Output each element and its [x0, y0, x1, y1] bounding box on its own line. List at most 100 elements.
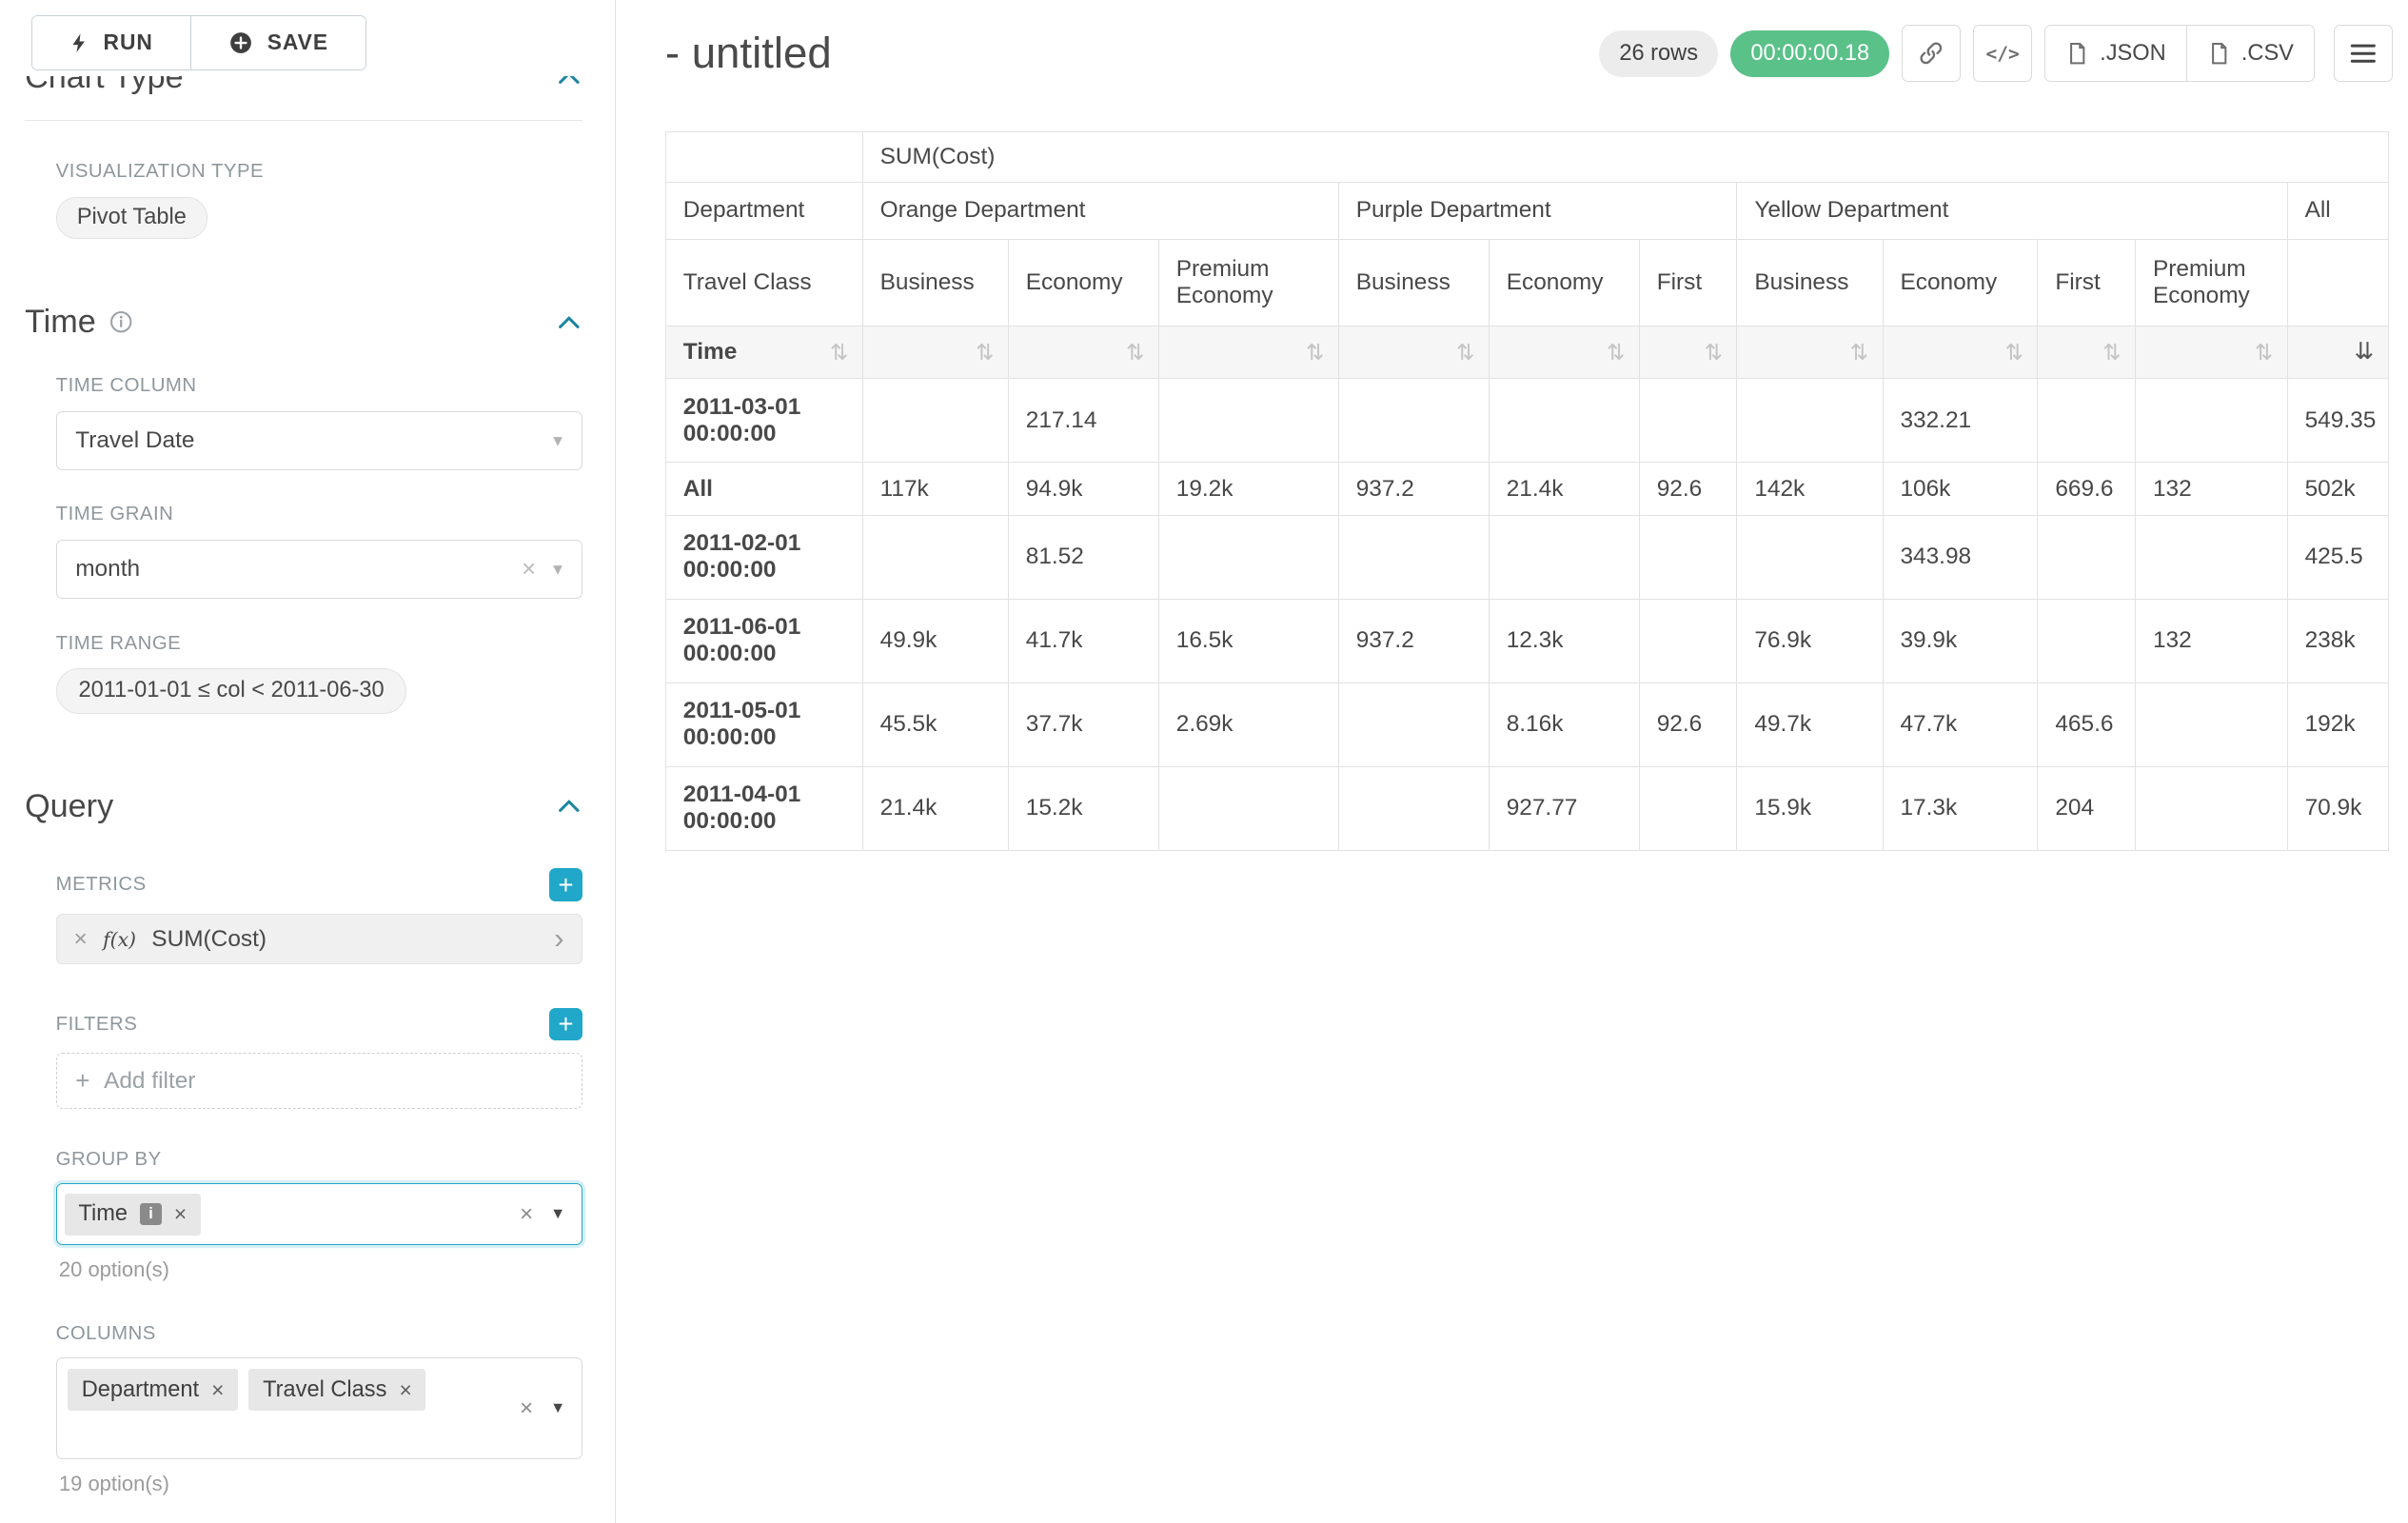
menu-button[interactable] — [2334, 25, 2393, 82]
value-cell — [1158, 515, 1338, 599]
value-cell: 425.5 — [2287, 515, 2388, 599]
metrics-label-row: METRICS + — [56, 868, 582, 900]
control-panel: RUN SAVE Chart Type VISUALIZATION TYPE P… — [0, 0, 616, 1523]
add-filter-button[interactable]: + Add filter — [56, 1053, 582, 1109]
value-cell: 76.9k — [1737, 599, 1883, 682]
sort-icon[interactable]: ⇅ — [2005, 342, 2023, 364]
value-cell: 41.7k — [1008, 599, 1158, 682]
export-json-label: .JSON — [2100, 41, 2166, 67]
sort-icon[interactable]: ⇅ — [1126, 342, 1144, 364]
time-column-control: TIME COLUMN Travel Date ▾ — [56, 375, 582, 470]
value-cell — [1158, 379, 1338, 463]
pivot-body: 2011-03-01 00:00:00217.14332.21549.35All… — [665, 379, 2388, 850]
visualization-type-label: VISUALIZATION TYPE — [56, 161, 582, 183]
group-by-options-hint: 20 option(s) — [59, 1257, 582, 1282]
sort-icon[interactable]: ⇅ — [830, 342, 848, 364]
copy-link-button[interactable] — [1902, 25, 1961, 82]
class-header-label: Economy — [1900, 269, 1997, 295]
value-cell: 238k — [2287, 599, 2388, 682]
columns-select[interactable]: Department × Travel Class × × ▼ — [56, 1357, 582, 1460]
time-range-control: TIME RANGE 2011-01-01 ≤ col < 2011-06-30 — [56, 633, 582, 714]
chart-title[interactable]: - untitled — [665, 29, 832, 78]
export-csv-label: .CSV — [2241, 41, 2294, 67]
class-header-label: Business — [880, 269, 975, 295]
sort-icon[interactable]: ⇅ — [1607, 342, 1625, 364]
csv-file-icon — [2207, 42, 2230, 65]
link-icon — [1918, 40, 1944, 67]
value-cell: 12.3k — [1489, 599, 1639, 682]
sort-icon[interactable]: ⇅ — [2102, 342, 2121, 364]
bolt-icon — [69, 31, 89, 54]
clear-icon[interactable]: × — [520, 1201, 533, 1228]
class-header-label: First — [1657, 269, 1702, 295]
class-header-label: Business — [1754, 269, 1848, 295]
sort-icon[interactable]: ⇅ — [1456, 342, 1474, 364]
group-by-chip-time[interactable]: Time i × — [65, 1194, 201, 1236]
row-label: 2011-02-01 00:00:00 — [665, 515, 862, 599]
value-cell — [2038, 379, 2136, 463]
save-button-label: SAVE — [267, 30, 328, 55]
value-cell: 15.9k — [1737, 766, 1883, 850]
chip-remove-icon[interactable]: × — [399, 1377, 411, 1403]
caret-down-icon[interactable]: ▼ — [550, 1399, 565, 1417]
value-cell: 142k — [1737, 463, 1883, 515]
time-grain-select[interactable]: month × ▾ — [56, 540, 582, 599]
sort-icon[interactable]: ⇅ — [1850, 342, 1868, 364]
embed-code-button[interactable]: </> — [1973, 25, 2032, 82]
metric-header-label: SUM(Cost) — [880, 144, 996, 169]
chevron-up-icon[interactable] — [556, 76, 582, 90]
group-header-label: Orange Department — [880, 197, 1086, 223]
time-range-label: TIME RANGE — [56, 633, 582, 655]
value-cell: 92.6 — [1639, 463, 1737, 515]
sort-cell: ⇅ — [1489, 326, 1639, 379]
export-csv-button[interactable]: .CSV — [2187, 25, 2315, 82]
caret-down-icon[interactable]: ▼ — [550, 1205, 565, 1223]
chevron-up-icon[interactable] — [556, 309, 582, 336]
metric-header-row: SUM(Cost) — [665, 132, 2388, 182]
time-range-value[interactable]: 2011-01-01 ≤ col < 2011-06-30 — [56, 668, 407, 713]
columns-chip-department[interactable]: Department × — [68, 1369, 238, 1411]
class-header-cell: Business — [862, 239, 1008, 326]
export-json-button[interactable]: .JSON — [2044, 25, 2187, 82]
columns-label-row: COLUMNS — [56, 1323, 582, 1345]
chevron-up-icon[interactable] — [556, 793, 582, 820]
value-cell: 8.16k — [1489, 682, 1639, 766]
time-section-header[interactable]: Time — [25, 304, 582, 341]
chip-remove-icon[interactable]: × — [174, 1201, 187, 1227]
chip-remove-icon[interactable]: × — [211, 1377, 224, 1403]
table-row: 2011-02-01 00:00:0081.52343.98425.5 — [665, 515, 2388, 599]
metric-option[interactable]: × f(x) SUM(Cost) › — [56, 914, 582, 965]
remove-metric-icon[interactable]: × — [74, 926, 88, 953]
table-row: 2011-05-01 00:00:0045.5k37.7k2.69k8.16k9… — [665, 682, 2388, 766]
query-section-header[interactable]: Query — [25, 788, 582, 825]
chart-panel: - untitled 26 rows 00:00:00.18 </> .JSON — [616, 0, 2408, 1523]
group-by-select[interactable]: Time i × × ▼ — [56, 1183, 582, 1245]
sort-desc-icon[interactable]: ⇊ — [2355, 341, 2374, 364]
clear-icon[interactable]: × — [522, 554, 536, 583]
columns-chip-travel-class[interactable]: Travel Class × — [248, 1369, 425, 1411]
metrics-label: METRICS — [56, 874, 147, 896]
visualization-type-value[interactable]: Pivot Table — [56, 197, 207, 239]
value-cell: 549.35 — [2287, 379, 2388, 463]
add-filter-plus-button[interactable]: + — [549, 1008, 582, 1040]
class-header-cell: First — [2038, 239, 2136, 326]
sort-icon[interactable]: ⇅ — [1705, 342, 1723, 364]
value-cell — [2038, 599, 2136, 682]
plus-circle-icon — [228, 30, 253, 55]
value-cell — [1737, 515, 1883, 599]
columns-label: COLUMNS — [56, 1323, 156, 1345]
add-metric-button[interactable]: + — [549, 868, 582, 900]
chevron-right-icon[interactable]: › — [554, 924, 563, 954]
clear-icon[interactable]: × — [520, 1395, 533, 1422]
time-column-select[interactable]: Travel Date ▾ — [56, 411, 582, 470]
value-cell — [862, 379, 1008, 463]
value-cell: 465.6 — [2038, 682, 2136, 766]
sort-icon[interactable]: ⇅ — [2255, 342, 2273, 364]
sort-icon[interactable]: ⇅ — [1306, 342, 1324, 364]
value-cell: 117k — [862, 463, 1008, 515]
plus-icon: + — [75, 1066, 89, 1096]
sort-icon[interactable]: ⇅ — [976, 342, 994, 364]
value-cell: 132 — [2136, 463, 2288, 515]
run-button[interactable]: RUN — [32, 16, 190, 69]
save-button[interactable]: SAVE — [190, 16, 365, 69]
